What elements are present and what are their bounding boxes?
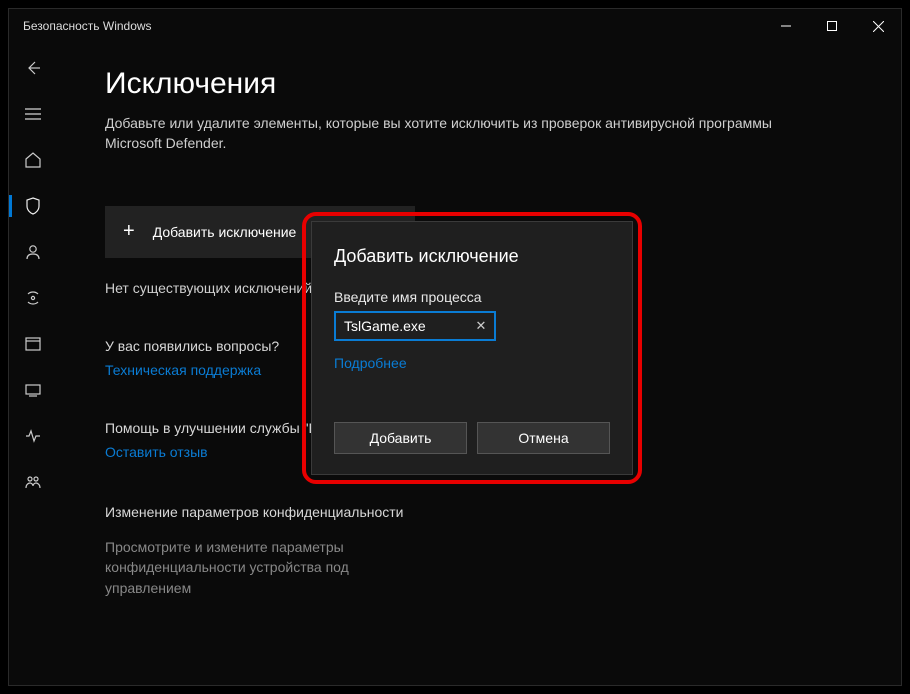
dialog-cancel-button[interactable]: Отмена: [477, 422, 610, 454]
shield-icon[interactable]: [9, 185, 57, 227]
home-icon[interactable]: [9, 139, 57, 181]
dialog-buttons: Добавить Отмена: [334, 422, 610, 474]
back-button[interactable]: [9, 47, 57, 89]
more-link[interactable]: Подробнее: [334, 355, 610, 371]
sidebar: [9, 43, 57, 685]
page-title: Исключения: [105, 67, 861, 101]
window-title: Безопасность Windows: [23, 19, 763, 33]
app-control-icon[interactable]: [9, 323, 57, 365]
page-description: Добавьте или удалите элементы, которые в…: [105, 113, 825, 154]
privacy-description: Просмотрите и измените параметры конфиде…: [105, 537, 415, 598]
device-security-icon[interactable]: [9, 369, 57, 411]
maximize-button[interactable]: [809, 9, 855, 43]
privacy-section: Изменение параметров конфиденциальности …: [105, 502, 861, 598]
clear-input-icon[interactable]: ✕: [470, 311, 492, 341]
process-input-wrap: ✕: [334, 311, 496, 341]
privacy-title: Изменение параметров конфиденциальности: [105, 502, 861, 523]
dialog-label: Введите имя процесса: [334, 289, 610, 305]
dialog-add-button[interactable]: Добавить: [334, 422, 467, 454]
plus-icon: +: [123, 220, 135, 243]
performance-icon[interactable]: [9, 415, 57, 457]
add-exclusion-dialog: Добавить исключение Введите имя процесса…: [311, 221, 633, 475]
titlebar: Безопасность Windows: [9, 9, 901, 43]
firewall-icon[interactable]: [9, 277, 57, 319]
dialog-title: Добавить исключение: [334, 246, 610, 267]
account-icon[interactable]: [9, 231, 57, 273]
family-icon[interactable]: [9, 461, 57, 503]
add-exclusion-label: Добавить исключение: [153, 224, 297, 240]
window-controls: [763, 9, 901, 43]
close-button[interactable]: [855, 9, 901, 43]
menu-button[interactable]: [9, 93, 57, 135]
minimize-button[interactable]: [763, 9, 809, 43]
